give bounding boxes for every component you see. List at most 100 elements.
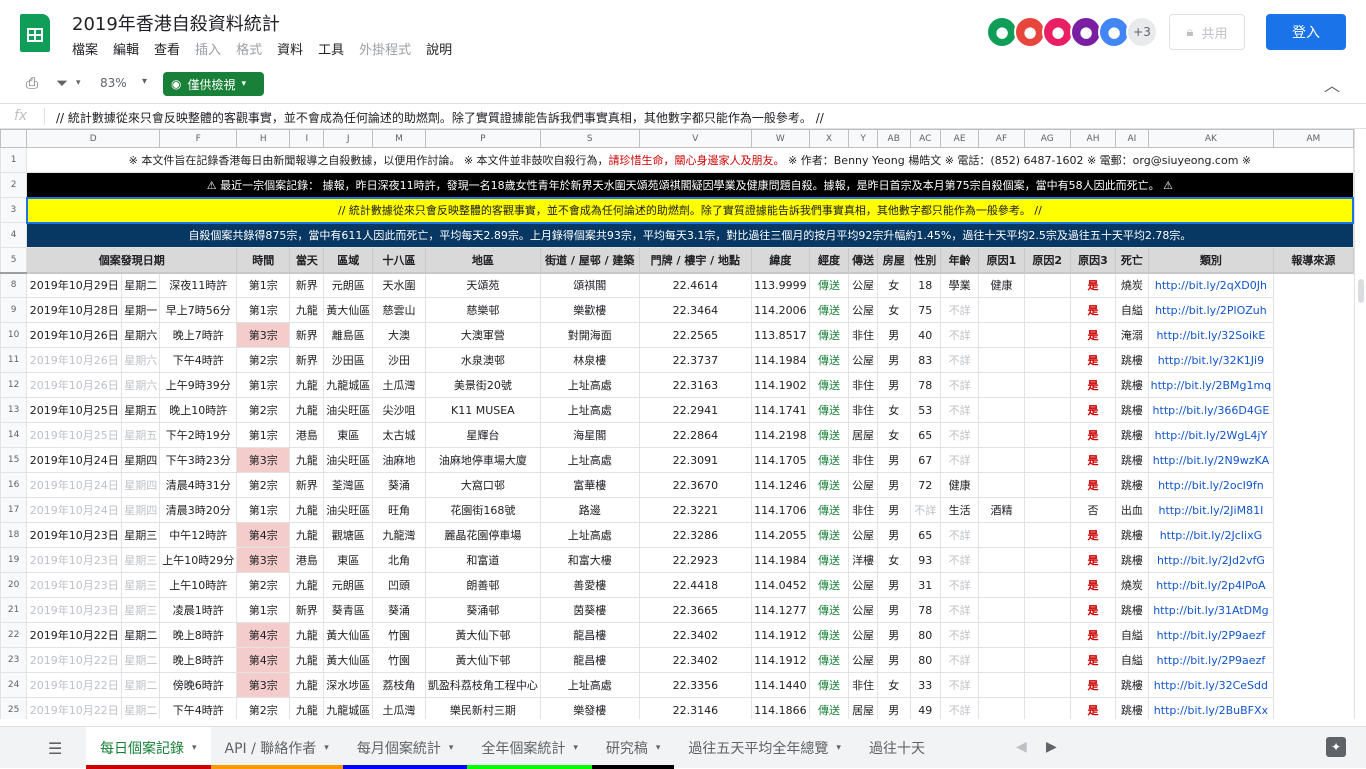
column-header[interactable]: Y	[848, 129, 878, 148]
column-title[interactable]: 傳送	[848, 247, 878, 274]
cell-src[interactable]: http://bit.ly/2ocI9fn	[1147, 472, 1275, 498]
sheet-tab[interactable]: 研究稿 ▾	[591, 727, 675, 769]
column-title[interactable]: 報導來源	[1273, 247, 1354, 274]
column-title[interactable]: 原因1	[978, 247, 1025, 274]
cell-src[interactable]: http://bit.ly/2JcIixG	[1147, 522, 1275, 548]
column-header[interactable]: W	[751, 129, 810, 148]
row-number[interactable]: 9	[0, 297, 28, 323]
tab-scroll-right-icon[interactable]: ▶	[1046, 739, 1057, 755]
column-header[interactable]: X	[808, 129, 850, 148]
row-number[interactable]: 20	[0, 572, 28, 598]
cell-src[interactable]: http://bit.ly/366D4GE	[1147, 397, 1275, 423]
cell-src[interactable]: http://bit.ly/2PlOZuh	[1147, 297, 1275, 323]
vertical-scrollbar[interactable]	[1354, 129, 1366, 719]
chevron-down-icon[interactable]: ▾	[836, 743, 841, 753]
column-header[interactable]: AC	[909, 129, 941, 148]
login-button[interactable]: 登入	[1266, 14, 1346, 50]
sheet-tab[interactable]: 全年個案統計 ▾	[467, 727, 592, 769]
row-number[interactable]: 4	[0, 222, 28, 248]
row-number[interactable]: 1	[0, 147, 28, 173]
menu-item[interactable]: 檔案	[72, 39, 98, 58]
menu-item[interactable]: 格式	[236, 39, 262, 58]
menu-item[interactable]: 說明	[426, 39, 452, 58]
print-icon[interactable]: ⎙	[26, 74, 38, 92]
row-number[interactable]: 16	[0, 472, 28, 498]
column-header[interactable]: AG	[1023, 129, 1071, 148]
chevron-down-icon[interactable]: ▾	[449, 743, 454, 753]
cell-src[interactable]: http://bit.ly/2P9aezf	[1147, 647, 1275, 673]
cell-src[interactable]: http://bit.ly/2JiM81I	[1147, 497, 1275, 523]
filter-icon[interactable]: ⏷	[56, 74, 68, 92]
column-header[interactable]: F	[159, 129, 238, 148]
column-header[interactable]: AB	[876, 129, 911, 148]
sheet-tab[interactable]: 每日個案記錄 ▾	[86, 727, 211, 769]
column-title[interactable]: 原因3	[1069, 247, 1117, 274]
collapse-icon[interactable]: ︿	[1324, 72, 1340, 96]
row-number[interactable]: 2	[0, 172, 28, 198]
row-number[interactable]: 11	[0, 347, 28, 373]
cell-src[interactable]: http://bit.ly/32SoikE	[1147, 322, 1275, 348]
cell-src[interactable]: http://bit.ly/2Jd2vfG	[1147, 547, 1275, 573]
row-number[interactable]: 15	[0, 447, 28, 473]
row-number[interactable]: 14	[0, 422, 28, 448]
disclaimer-row-cell[interactable]: ※ 本文件旨在記錄香港每日由新聞報導之自殺數據，以便用作討論。 ※ 本文件並非鼓…	[26, 147, 1354, 173]
column-title[interactable]: 時間	[236, 247, 291, 274]
column-header[interactable]: H	[236, 129, 291, 148]
column-header[interactable]: AK	[1147, 129, 1275, 148]
formula-input[interactable]: // 統計數據從來只會反映整體的客觀事實，並不會成為任何論述的助燃劑。除了實質證…	[56, 109, 824, 126]
menu-item[interactable]: 資料	[277, 39, 303, 58]
menu-item[interactable]: 插入	[195, 39, 221, 58]
summary-row-cell[interactable]: 自殺個案共錄得875宗，當中有611人因此而死亡，平均每天2.89宗。上月錄得個…	[26, 222, 1354, 248]
explore-icon[interactable]: ✦	[1326, 737, 1346, 757]
row-number[interactable]: 12	[0, 372, 28, 398]
column-title[interactable]: 個案發現日期	[26, 247, 238, 274]
chevron-down-icon[interactable]: ▾	[656, 743, 661, 753]
row-number[interactable]: 5	[0, 247, 28, 274]
sheet-tab[interactable]: 每月個案統計 ▾	[342, 727, 468, 769]
column-title[interactable]: 原因2	[1023, 247, 1071, 274]
sheet-tab[interactable]: 過往五天平均全年總覽 ▾	[674, 727, 855, 769]
column-title[interactable]: 類別	[1147, 247, 1275, 274]
all-sheets-icon[interactable]: ☰	[48, 739, 62, 758]
latest-case-row-cell[interactable]: ⚠ 最近一宗個案記錄： 據報，昨日深夜11時許，發現一名18歲女性青年於新界天水…	[26, 172, 1354, 198]
statistics-note-row-cell[interactable]: // 統計數據從來只會反映整體的客觀事實，並不會成為任何論述的助燃劑。除了實質證…	[25, 196, 1354, 224]
column-header[interactable]: D	[26, 129, 161, 148]
filter-caret-icon[interactable]: ▾	[76, 78, 81, 88]
row-number[interactable]: 19	[0, 547, 28, 573]
tab-scroll-left-icon[interactable]: ◀	[1016, 739, 1027, 755]
menu-item[interactable]: 編輯	[113, 39, 139, 58]
chevron-down-icon[interactable]: ▾	[324, 743, 329, 753]
column-header[interactable]: AI	[1115, 129, 1149, 148]
column-title[interactable]: 區域	[323, 247, 374, 274]
column-title[interactable]: 地區	[424, 247, 541, 274]
column-title[interactable]: 門牌 / 樓宇 / 地點	[638, 247, 753, 274]
menu-item[interactable]: 查看	[154, 39, 180, 58]
column-title[interactable]: 年齡	[939, 247, 980, 274]
row-number[interactable]: 13	[0, 397, 28, 423]
row-number[interactable]: 17	[0, 497, 28, 523]
row-number[interactable]: 10	[0, 322, 28, 348]
column-header[interactable]: M	[372, 129, 426, 148]
column-header[interactable]: AF	[978, 129, 1025, 148]
menu-item[interactable]: 工具	[318, 39, 344, 58]
cell-src[interactable]: http://bit.ly/2BMg1mq	[1147, 372, 1275, 398]
column-title[interactable]: 緯度	[751, 247, 810, 274]
row-number[interactable]: 8	[0, 272, 28, 298]
cell-src[interactable]: http://bit.ly/2WgL4jY	[1147, 422, 1275, 448]
column-header[interactable]: AM	[1273, 129, 1354, 148]
column-header[interactable]: I	[289, 129, 325, 148]
cell-src[interactable]: http://bit.ly/2qXD0Jh	[1147, 272, 1275, 298]
chevron-down-icon[interactable]: ▾	[573, 743, 578, 753]
cell-src[interactable]: http://bit.ly/2BuBFXx	[1147, 697, 1275, 719]
column-title[interactable]: 當天	[289, 247, 325, 274]
more-avatars-badge[interactable]: +3	[1126, 16, 1158, 48]
sheet-tab[interactable]: 過往十天	[855, 727, 939, 769]
column-title[interactable]: 經度	[808, 247, 850, 274]
cell-src[interactable]: http://bit.ly/31AtDMg	[1147, 597, 1275, 623]
cell-src[interactable]: http://bit.ly/32K1Ji9	[1147, 347, 1275, 373]
column-title[interactable]: 街道 / 屋邨 / 建築	[539, 247, 640, 274]
column-title[interactable]: 房屋	[876, 247, 911, 274]
zoom-level[interactable]: 83%	[100, 76, 127, 90]
zoom-caret-icon[interactable]: ▾	[142, 76, 147, 87]
sheets-logo-icon[interactable]	[20, 14, 50, 52]
